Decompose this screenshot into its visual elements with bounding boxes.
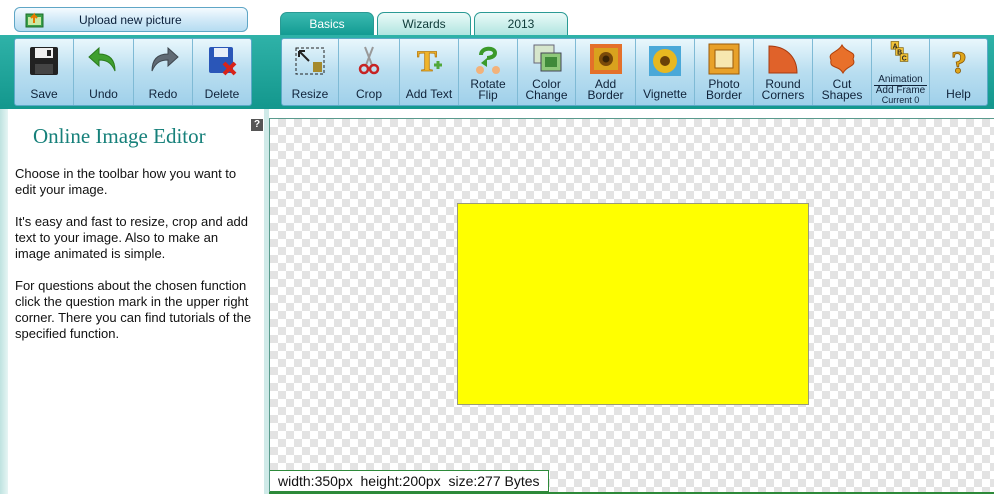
scissors-icon: [358, 46, 380, 75]
svg-text:C: C: [901, 56, 906, 63]
delete-disk-icon: [209, 47, 237, 76]
edited-image[interactable]: [457, 203, 809, 405]
animation-abc-icon: A B C: [890, 41, 908, 63]
tab-basics[interactable]: Basics: [280, 12, 374, 36]
help-label: Help: [946, 87, 971, 101]
add-text-icon: T: [417, 45, 442, 77]
add-border-button[interactable]: Add Border: [576, 39, 636, 105]
rotate-flip-label: Rotate Flip: [470, 77, 506, 102]
upload-button-label: Upload new picture: [79, 13, 182, 27]
vignette-icon: [649, 46, 681, 76]
resize-button[interactable]: Resize: [282, 39, 339, 105]
redo-arrow-icon: [151, 46, 179, 72]
panel-paragraph-1: Choose in the toolbar how you want to ed…: [15, 166, 237, 197]
image-status-bar: width:350px height:200px size:277 Bytes: [270, 470, 549, 492]
photo-border-button[interactable]: Photo Border: [695, 39, 754, 105]
panel-edge: [0, 109, 8, 494]
round-corners-label: Round Corners: [761, 77, 805, 102]
add-text-button[interactable]: T Add Text: [400, 39, 459, 105]
vignette-label: Vignette: [643, 87, 687, 101]
question-mark-icon: ?: [950, 45, 967, 77]
add-border-label: Add Border: [587, 77, 624, 102]
delete-label: Delete: [204, 87, 240, 101]
animation-button[interactable]: A B C Animation Add Frame Current 0: [872, 39, 930, 105]
photo-border-label: Photo Border: [705, 77, 743, 102]
undo-arrow-icon: [87, 46, 115, 72]
crop-label: Crop: [355, 87, 382, 101]
tab-2013[interactable]: 2013: [474, 12, 568, 36]
cut-shapes-label: Cut Shapes: [821, 77, 863, 102]
tab-wizards[interactable]: Wizards: [377, 12, 471, 36]
redo-button[interactable]: Redo: [134, 39, 193, 105]
current-frame-label: Current 0: [881, 95, 920, 105]
resize-icon: [295, 47, 325, 75]
rotate-flip-icon: [476, 46, 500, 74]
toolbar-group-history: Save Undo Redo Delete: [14, 38, 252, 106]
photo-border-icon: [708, 43, 740, 75]
undo-label: Undo: [89, 87, 118, 101]
crop-button[interactable]: Crop: [339, 39, 400, 105]
upload-picture-icon: [25, 12, 44, 28]
toolbar: Save Undo Redo Delete Resize Crop T Add …: [0, 35, 994, 109]
round-corners-button[interactable]: Round Corners: [754, 39, 813, 105]
rotate-flip-button[interactable]: Rotate Flip: [459, 39, 518, 105]
round-corners-icon: [768, 45, 798, 74]
redo-label: Redo: [148, 87, 178, 101]
panel-help-icon[interactable]: ?: [251, 119, 263, 131]
cut-shapes-button[interactable]: Cut Shapes: [813, 39, 872, 105]
panel-paragraph-3: For questions about the chosen function …: [15, 278, 252, 341]
add-border-icon: [589, 44, 622, 74]
floppy-disk-icon: [30, 47, 58, 75]
svg-text:?: ?: [951, 45, 967, 77]
top-strip: Upload new picture Basics Wizards 2013: [0, 0, 994, 36]
delete-button[interactable]: Delete: [193, 39, 251, 105]
vignette-button[interactable]: Vignette: [636, 39, 695, 105]
panel-paragraph-2: It's easy and fast to resize, crop and a…: [15, 214, 249, 261]
cut-shapes-icon: [829, 43, 855, 75]
color-change-button[interactable]: Color Change: [518, 39, 576, 105]
color-change-label: Color Change: [525, 77, 568, 102]
svg-text:T: T: [417, 45, 437, 77]
save-button[interactable]: Save: [15, 39, 74, 105]
save-label: Save: [30, 87, 58, 101]
image-canvas[interactable]: width:350px height:200px size:277 Bytes: [269, 118, 994, 494]
resize-label: Resize: [291, 87, 329, 101]
color-change-icon: [533, 44, 561, 72]
panel-title: Online Image Editor: [33, 124, 206, 148]
upload-new-picture-button[interactable]: Upload new picture: [14, 7, 248, 32]
help-button[interactable]: ? Help: [930, 39, 987, 105]
toolbar-group-edit: Resize Crop T Add Text Rotate Flip Color…: [281, 38, 988, 106]
add-text-label: Add Text: [405, 87, 453, 101]
undo-button[interactable]: Undo: [74, 39, 134, 105]
